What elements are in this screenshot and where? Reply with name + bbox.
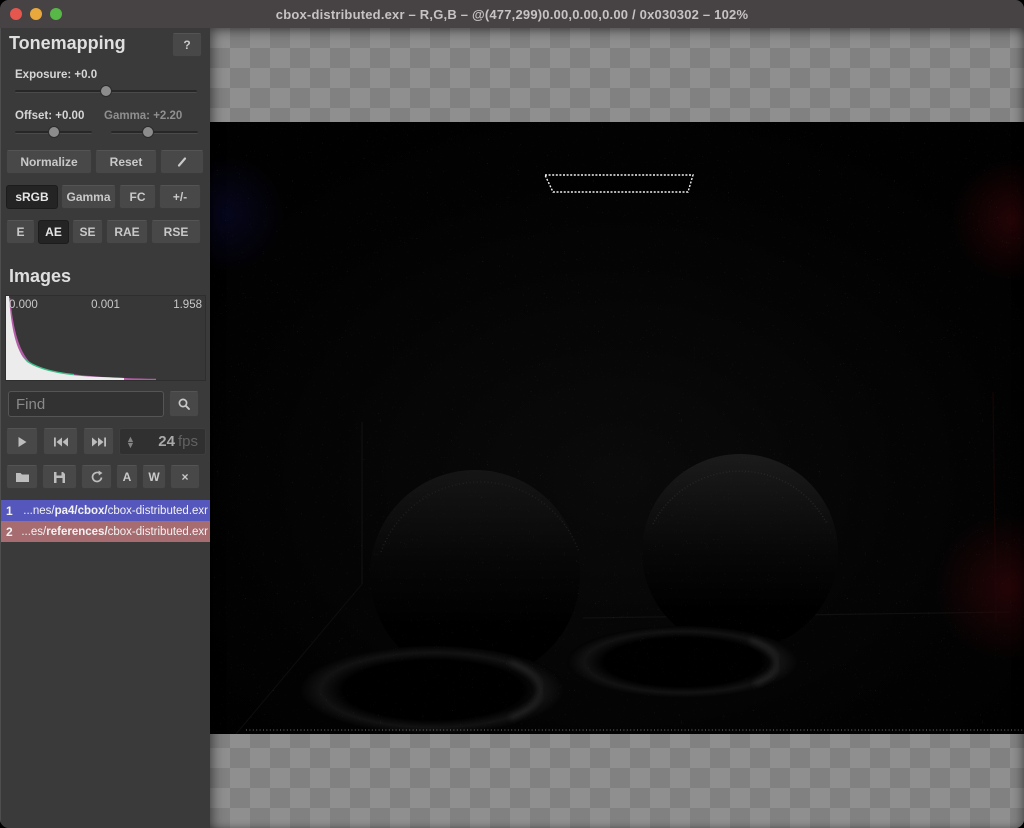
gamma-slider-track bbox=[111, 131, 198, 134]
play-button[interactable] bbox=[6, 428, 38, 455]
tonemap-mode-srgb[interactable]: sRGB bbox=[6, 185, 58, 209]
gamma-slider[interactable] bbox=[111, 126, 198, 138]
offset-slider[interactable] bbox=[15, 126, 92, 138]
metric-ae[interactable]: AE bbox=[38, 220, 69, 244]
save-file-button[interactable] bbox=[42, 465, 77, 489]
reload-all-button[interactable]: A bbox=[116, 465, 138, 489]
skip-back-icon bbox=[53, 436, 69, 448]
tonemap-mode-gamma[interactable]: Gamma bbox=[61, 185, 116, 209]
histogram-min: 0.000 bbox=[9, 299, 38, 311]
play-icon bbox=[16, 436, 28, 448]
open-file-button[interactable] bbox=[6, 465, 38, 489]
gamma-slider-handle[interactable] bbox=[142, 126, 154, 138]
help-button[interactable]: ? bbox=[172, 33, 202, 57]
rendered-exr-image[interactable] bbox=[210, 122, 1024, 734]
image-path: ...es/references/cbox-distributed.exr bbox=[21, 526, 211, 538]
tonemap-mode-plusminus[interactable]: +/- bbox=[159, 185, 201, 209]
close-image-button[interactable]: × bbox=[170, 465, 200, 489]
previous-image-button[interactable] bbox=[43, 428, 78, 455]
pick-button[interactable] bbox=[160, 150, 204, 174]
save-icon bbox=[53, 471, 66, 484]
window-title: cbox-distributed.exr – R,G,B – @(477,299… bbox=[276, 7, 748, 22]
find-input[interactable] bbox=[8, 391, 164, 417]
exposure-label: Exposure: +0.0 bbox=[15, 69, 97, 81]
search-icon bbox=[177, 397, 191, 411]
zoom-window-button[interactable] bbox=[50, 8, 62, 20]
metric-rse[interactable]: RSE bbox=[151, 220, 201, 244]
minimize-window-button[interactable] bbox=[30, 8, 42, 20]
image-list-item-reference[interactable]: 2 ...es/references/cbox-distributed.exr bbox=[1, 521, 211, 542]
tonemap-mode-fc[interactable]: FC bbox=[119, 185, 156, 209]
image-viewer-canvas[interactable] bbox=[210, 28, 1024, 828]
offset-slider-handle[interactable] bbox=[48, 126, 60, 138]
folder-icon bbox=[15, 471, 30, 483]
close-window-button[interactable] bbox=[10, 8, 22, 20]
image-index: 2 bbox=[6, 525, 13, 539]
fps-unit-label: fps bbox=[178, 433, 198, 450]
reset-button[interactable]: Reset bbox=[95, 150, 157, 174]
image-index: 1 bbox=[6, 504, 13, 518]
image-list: 1 ...nes/pa4/cbox/cbox-distributed.exr 2… bbox=[1, 500, 211, 542]
normalize-button[interactable]: Normalize bbox=[6, 150, 92, 174]
image-path: ...nes/pa4/cbox/cbox-distributed.exr bbox=[23, 505, 211, 517]
reload-button[interactable] bbox=[81, 465, 112, 489]
exposure-slider-handle[interactable] bbox=[100, 85, 112, 97]
fps-value[interactable]: 24 bbox=[158, 433, 175, 450]
histogram-mid: 0.001 bbox=[91, 299, 120, 311]
exposure-slider[interactable] bbox=[15, 85, 197, 97]
histogram-panel: 0.000 0.001 1.958 bbox=[5, 295, 206, 381]
titlebar[interactable]: cbox-distributed.exr – R,G,B – @(477,299… bbox=[0, 0, 1024, 28]
traffic-lights bbox=[10, 8, 62, 20]
histogram-max: 1.958 bbox=[173, 299, 202, 311]
cornell-box-render bbox=[210, 122, 1024, 734]
tev-window: cbox-distributed.exr – R,G,B – @(477,299… bbox=[0, 0, 1024, 828]
search-button[interactable] bbox=[169, 391, 199, 417]
offset-label: Offset: +0.00 bbox=[15, 110, 84, 122]
fps-stepper-icon[interactable]: ▲▼ bbox=[126, 436, 135, 448]
fps-spinner[interactable]: ▲▼ 24 fps bbox=[119, 428, 206, 455]
tonemapping-section-title: Tonemapping bbox=[9, 33, 126, 54]
reload-icon bbox=[90, 470, 104, 484]
sidebar: Tonemapping ? Exposure: +0.0 Offset: +0.… bbox=[0, 28, 210, 828]
metric-rae[interactable]: RAE bbox=[106, 220, 148, 244]
metric-e[interactable]: E bbox=[6, 220, 35, 244]
metric-se[interactable]: SE bbox=[72, 220, 103, 244]
next-image-button[interactable] bbox=[83, 428, 114, 455]
gamma-label: Gamma: +2.20 bbox=[104, 110, 182, 122]
skip-forward-icon bbox=[91, 436, 107, 448]
images-section-title: Images bbox=[9, 266, 71, 287]
image-list-item-selected[interactable]: 1 ...nes/pa4/cbox/cbox-distributed.exr bbox=[1, 500, 211, 521]
pen-icon bbox=[175, 155, 189, 169]
watch-files-button[interactable]: W bbox=[142, 465, 166, 489]
